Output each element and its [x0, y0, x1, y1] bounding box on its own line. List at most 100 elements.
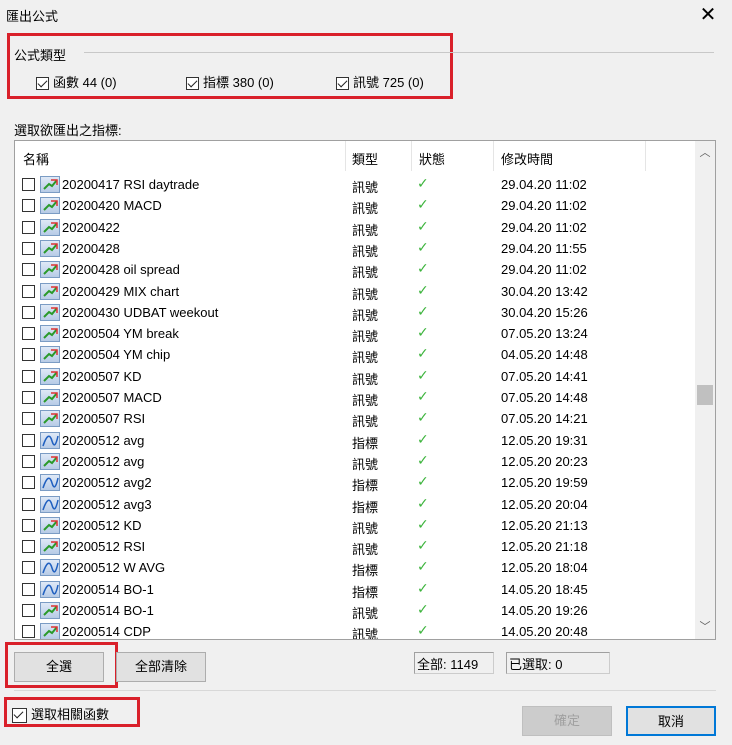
table-row[interactable]: 20200417 RSI daytrade 訊號 ✓ 29.04.20 11:0…	[15, 174, 695, 195]
row-checkbox[interactable]	[22, 220, 35, 234]
row-type: 指標	[352, 435, 379, 451]
table-row[interactable]: 20200428 oil spread 訊號 ✓ 29.04.20 11:02	[15, 259, 695, 280]
select-all-button[interactable]: 全選	[14, 652, 104, 682]
row-checkbox[interactable]	[22, 412, 35, 426]
table-row[interactable]: 20200507 MACD 訊號 ✓ 07.05.20 14:48	[15, 387, 695, 408]
row-checkbox[interactable]	[22, 327, 35, 341]
row-checkbox[interactable]	[22, 454, 35, 468]
row-name: 20200507 RSI	[62, 411, 146, 427]
status-check-icon: ✓	[417, 430, 429, 447]
row-checkbox[interactable]	[22, 604, 35, 617]
table-row[interactable]: 20200504 YM chip 訊號 ✓ 04.05.20 14:48	[15, 344, 695, 365]
table-row[interactable]: 20200504 YM break 訊號 ✓ 07.05.20 13:24	[15, 323, 695, 344]
signal-icon	[40, 325, 60, 343]
row-type: 訊號	[352, 286, 379, 302]
checkbox-icon[interactable]	[186, 77, 199, 91]
row-name: 20200428 oil spread	[62, 262, 180, 278]
status-check-icon: ✓	[417, 515, 429, 532]
checkbox-function[interactable]: 函數 44 (0)	[36, 72, 117, 91]
table-row[interactable]: 20200430 UDBAT weekout 訊號 ✓ 30.04.20 15:…	[15, 302, 695, 323]
selected-count: 已選取: 0	[506, 652, 610, 674]
row-checkbox[interactable]	[22, 178, 35, 191]
row-checkbox[interactable]	[22, 625, 35, 639]
scroll-down-icon[interactable]: ﹀	[695, 617, 715, 637]
row-name: 20200512 RSI	[62, 539, 146, 555]
checkbox-label: 訊號 725 (0)	[353, 75, 424, 90]
row-checkbox[interactable]	[22, 582, 35, 596]
table-row[interactable]: 20200512 avg3 指標 ✓ 12.05.20 20:04	[15, 494, 695, 515]
close-icon[interactable]: ✕	[696, 2, 720, 27]
column-modified[interactable]: 修改時間	[501, 149, 553, 168]
status-check-icon: ✓	[417, 601, 429, 617]
ok-button[interactable]: 確定	[522, 706, 612, 736]
select-related-checkbox[interactable]: 選取相關函數	[12, 704, 109, 724]
row-name: 20200429 MIX chart	[62, 283, 180, 299]
column-type[interactable]: 類型	[352, 149, 378, 168]
clear-all-button[interactable]: 全部清除	[116, 652, 206, 682]
row-checkbox[interactable]	[22, 263, 35, 277]
row-modified: 29.04.20 11:02	[501, 177, 587, 192]
column-status[interactable]: 狀態	[419, 149, 445, 168]
row-checkbox[interactable]	[22, 391, 35, 404]
row-checkbox[interactable]	[22, 199, 35, 213]
row-checkbox[interactable]	[22, 284, 35, 298]
table-row[interactable]: 20200514 CDP 訊號 ✓ 14.05.20 20:48	[15, 621, 695, 639]
footer-divider	[14, 690, 716, 691]
row-name: 20200514 BO-1	[62, 581, 154, 597]
table-row[interactable]: 20200514 BO-1 指標 ✓ 14.05.20 18:45	[15, 579, 695, 600]
row-checkbox[interactable]	[22, 518, 35, 532]
table-row[interactable]: 20200422 訊號 ✓ 29.04.20 11:02	[15, 217, 695, 238]
status-check-icon: ✓	[417, 175, 429, 191]
row-type: 指標	[352, 499, 379, 515]
checkbox-icon[interactable]	[36, 77, 49, 91]
table-row[interactable]: 20200420 MACD 訊號 ✓ 29.04.20 11:02	[15, 195, 695, 216]
status-check-icon: ✓	[417, 558, 429, 575]
row-checkbox[interactable]	[22, 497, 35, 511]
table-row[interactable]: 20200428 訊號 ✓ 29.04.20 11:55	[15, 238, 695, 259]
signal-icon	[40, 239, 60, 257]
table-row[interactable]: 20200507 KD 訊號 ✓ 07.05.20 14:41	[15, 366, 695, 387]
row-type: 訊號	[352, 307, 379, 323]
vertical-scrollbar[interactable]: ︿ ﹀	[695, 141, 715, 639]
checkbox-signal[interactable]: 訊號 725 (0)	[336, 72, 424, 91]
row-checkbox[interactable]	[22, 561, 35, 575]
row-checkbox[interactable]	[22, 433, 35, 447]
cancel-button[interactable]: 取消	[626, 706, 716, 736]
row-modified: 12.05.20 18:04	[501, 560, 588, 576]
checkbox-icon[interactable]	[12, 708, 27, 724]
table-row[interactable]: 20200514 BO-1 訊號 ✓ 14.05.20 19:26	[15, 600, 695, 621]
row-modified: 29.04.20 11:02	[501, 262, 587, 278]
row-type: 訊號	[352, 393, 379, 408]
status-check-icon: ✓	[417, 388, 429, 404]
column-name[interactable]: 名稱	[23, 149, 49, 168]
row-checkbox[interactable]	[22, 305, 35, 319]
table-row[interactable]: 20200512 avg 訊號 ✓ 12.05.20 20:23	[15, 451, 695, 472]
row-checkbox[interactable]	[22, 369, 35, 383]
row-checkbox[interactable]	[22, 476, 35, 490]
signal-icon	[40, 303, 60, 321]
row-name: 20200512 avg3	[62, 496, 152, 512]
table-row[interactable]: 20200507 RSI 訊號 ✓ 07.05.20 14:21	[15, 408, 695, 429]
table-row[interactable]: 20200512 RSI 訊號 ✓ 12.05.20 21:18	[15, 536, 695, 557]
status-check-icon: ✓	[417, 345, 429, 362]
row-type: 訊號	[352, 180, 379, 195]
table-row[interactable]: 20200512 avg2 指標 ✓ 12.05.20 19:59	[15, 472, 695, 493]
checkbox-indicator[interactable]: 指標 380 (0)	[186, 72, 274, 91]
row-checkbox[interactable]	[22, 540, 35, 554]
table-row[interactable]: 20200512 KD 訊號 ✓ 12.05.20 21:13	[15, 515, 695, 536]
row-modified: 14.05.20 18:45	[501, 581, 588, 597]
table-row[interactable]: 20200512 avg 指標 ✓ 12.05.20 19:31	[15, 430, 695, 451]
row-modified: 14.05.20 19:26	[501, 603, 588, 618]
scroll-up-icon[interactable]: ︿	[695, 143, 715, 163]
scrollbar-thumb[interactable]	[697, 385, 713, 405]
row-checkbox[interactable]	[22, 348, 35, 362]
group-divider	[84, 52, 714, 53]
status-check-icon: ✓	[417, 217, 429, 234]
checkbox-icon[interactable]	[336, 77, 349, 91]
formula-list[interactable]: 名稱 類型 狀態 修改時間 20200417 RSI daytrade 訊號 ✓…	[14, 140, 716, 640]
row-checkbox[interactable]	[22, 241, 35, 255]
checkbox-label: 指標 380 (0)	[203, 75, 274, 90]
table-row[interactable]: 20200429 MIX chart 訊號 ✓ 30.04.20 13:42	[15, 281, 695, 302]
signal-icon	[40, 623, 60, 639]
table-row[interactable]: 20200512 W AVG 指標 ✓ 12.05.20 18:04	[15, 557, 695, 578]
